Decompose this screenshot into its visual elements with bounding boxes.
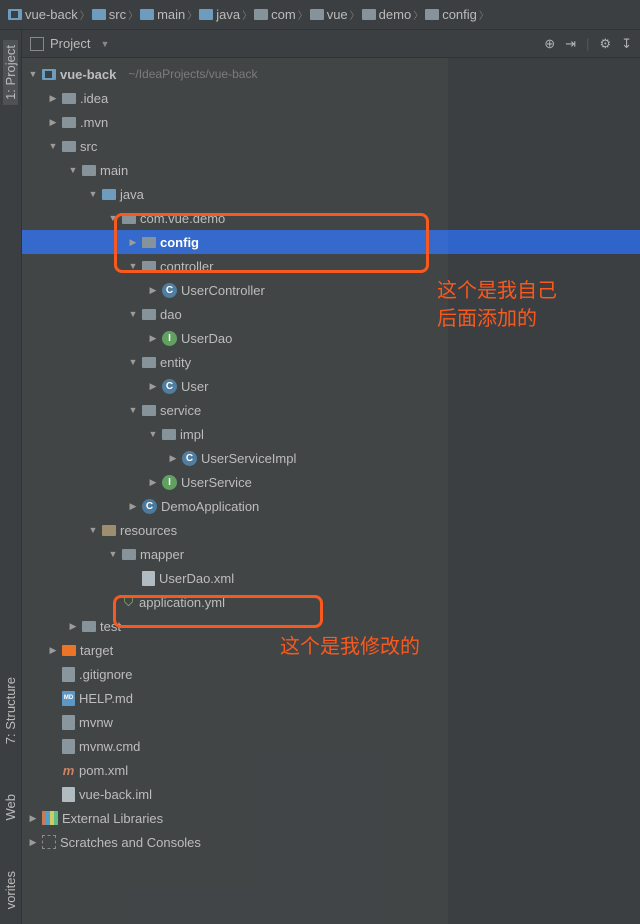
gear-icon[interactable]: ⚙ xyxy=(599,36,611,52)
folder-icon xyxy=(62,93,76,104)
crumb-com[interactable]: com xyxy=(250,7,300,22)
folder-icon xyxy=(82,165,96,176)
panel-header: Project ▼ ⊕ ⇥ | ⚙ ↧ xyxy=(22,30,640,58)
hide-icon[interactable]: ↧ xyxy=(621,36,632,52)
web-tab[interactable]: Web xyxy=(3,789,18,826)
crumb-config[interactable]: config xyxy=(421,7,481,22)
package-icon xyxy=(142,261,156,272)
project-tree[interactable]: vue-back~/IdeaProjects/vue-back .idea .m… xyxy=(22,58,640,924)
folder-icon xyxy=(62,117,76,128)
package-icon xyxy=(162,429,176,440)
spring-class-icon: C xyxy=(142,499,157,514)
crumb-java[interactable]: java xyxy=(195,7,244,22)
crumb-main[interactable]: main xyxy=(136,7,189,22)
package-icon xyxy=(142,405,156,416)
structure-tab[interactable]: 7: Structure xyxy=(3,672,18,749)
excluded-folder-icon xyxy=(62,645,76,656)
folder-icon xyxy=(62,141,76,152)
panel-title[interactable]: Project ▼ xyxy=(30,36,109,51)
folder-icon xyxy=(122,549,136,560)
tool-window-tabs: 1: Project 7: Structure Web vorites xyxy=(0,30,22,924)
collapse-icon[interactable]: ⇥ xyxy=(565,36,576,52)
resources-folder-icon xyxy=(102,525,116,536)
breadcrumb-bar: vue-back 〉 src 〉 main 〉 java 〉 com 〉 vue… xyxy=(0,0,640,30)
package-icon xyxy=(122,213,136,224)
dropdown-arrow-icon: ▼ xyxy=(100,39,109,49)
crumb-vue[interactable]: vue xyxy=(306,7,352,22)
project-panel: Project ▼ ⊕ ⇥ | ⚙ ↧ vue-back~/IdeaProjec… xyxy=(22,30,640,924)
crumb-root[interactable]: vue-back xyxy=(4,7,82,22)
package-icon xyxy=(142,237,156,248)
package-icon xyxy=(142,357,156,368)
folder-icon xyxy=(82,621,96,632)
package-icon xyxy=(142,309,156,320)
project-tab[interactable]: 1: Project xyxy=(3,40,18,105)
locate-icon[interactable]: ⊕ xyxy=(544,36,555,52)
crumb-demo[interactable]: demo xyxy=(358,7,416,22)
source-folder-icon xyxy=(102,189,116,200)
chevron-right-icon: 〉 xyxy=(479,7,489,22)
crumb-src[interactable]: src xyxy=(88,7,130,22)
project-view-icon xyxy=(30,37,44,51)
favorites-tab[interactable]: vorites xyxy=(3,866,18,914)
module-icon xyxy=(42,69,56,80)
